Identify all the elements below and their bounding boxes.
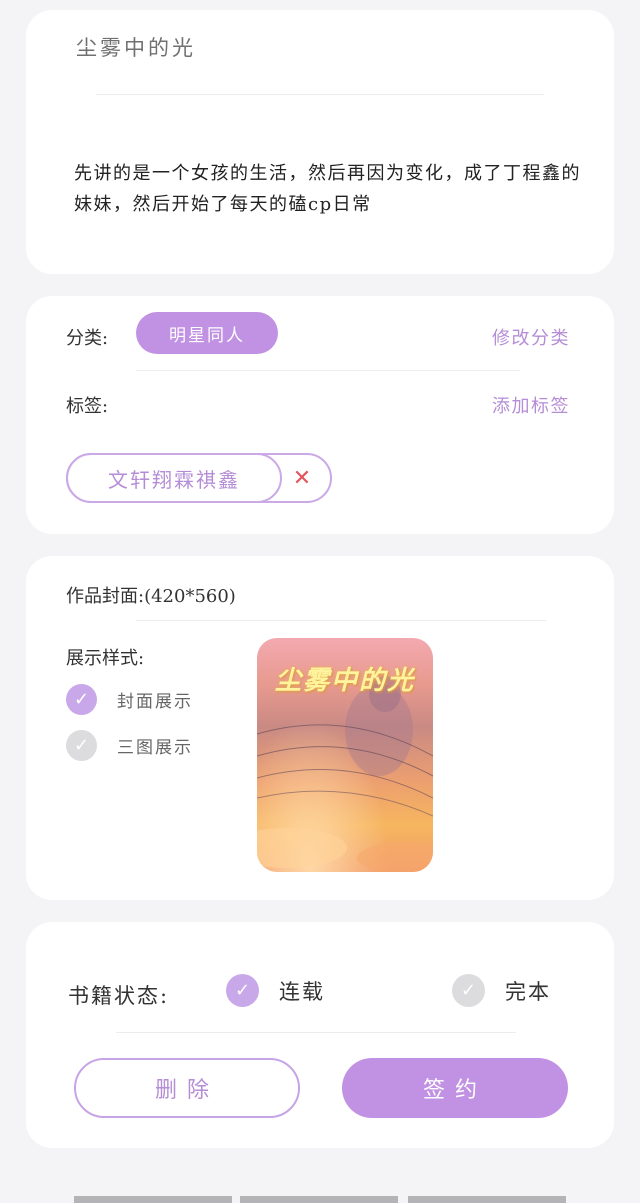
book-summary[interactable]: 先讲的是一个女孩的生活，然后再因为变化，成了丁程鑫的妹妹，然后开始了每天的磕cp… [74, 158, 584, 220]
category-label: 分类: [66, 328, 109, 349]
edit-category-link[interactable]: 修改分类 [492, 324, 570, 350]
category-pill[interactable]: 明星同人 [136, 312, 278, 354]
display-style-label: 展示样式: [66, 648, 145, 669]
check-icon[interactable]: ✓ [66, 730, 97, 761]
divider [116, 1032, 516, 1033]
delete-button[interactable]: 删除 [74, 1058, 300, 1118]
status-option-completed[interactable]: ✓ 完本 [452, 974, 551, 1007]
cover-image-title: 尘雾中的光 [274, 666, 415, 696]
status-option-label: 完本 [505, 979, 551, 1004]
book-status-label: 书籍状态: [68, 984, 170, 1008]
cover-label: 作品封面:(420*560) [66, 586, 236, 607]
tag-chip-label[interactable]: 文轩翔霖祺鑫 [66, 453, 282, 503]
status-card: 书籍状态: ✓ 连载 ✓ 完本 删除 签约 [26, 922, 614, 1148]
option-label: 封面展示 [117, 692, 193, 712]
cover-image[interactable]: 尘雾中的光 [257, 638, 433, 872]
option-label: 三图展示 [117, 738, 193, 758]
bottom-bar-segment [408, 1196, 566, 1203]
add-tag-link[interactable]: 添加标签 [492, 392, 570, 418]
status-option-serializing[interactable]: ✓ 连载 [226, 974, 325, 1007]
tags-label: 标签: [66, 396, 109, 417]
category-tags-card: 分类: 明星同人 修改分类 标签: 添加标签 文轩翔霖祺鑫 ✕ [26, 296, 614, 534]
divider [136, 370, 520, 371]
book-info-card: 尘雾中的光 先讲的是一个女孩的生活，然后再因为变化，成了丁程鑫的妹妹，然后开始了… [26, 10, 614, 274]
bottom-bar-segment [240, 1196, 398, 1203]
check-icon[interactable]: ✓ [66, 684, 97, 715]
divider [96, 94, 544, 95]
option-cover-display[interactable]: ✓ 封面展示 [66, 684, 193, 715]
divider [136, 620, 546, 621]
tag-chip: 文轩翔霖祺鑫 ✕ [66, 453, 332, 503]
option-three-image-display[interactable]: ✓ 三图展示 [66, 730, 193, 761]
check-icon[interactable]: ✓ [452, 974, 485, 1007]
bottom-bar-segment [74, 1196, 232, 1203]
close-icon[interactable]: ✕ [288, 455, 316, 501]
sign-button[interactable]: 签约 [342, 1058, 568, 1118]
cover-card: 作品封面:(420*560) 展示样式: ✓ 封面展示 ✓ 三图展示 尘雾中的光 [26, 556, 614, 900]
check-icon[interactable]: ✓ [226, 974, 259, 1007]
book-title[interactable]: 尘雾中的光 [76, 32, 196, 62]
status-option-label: 连载 [279, 979, 325, 1004]
